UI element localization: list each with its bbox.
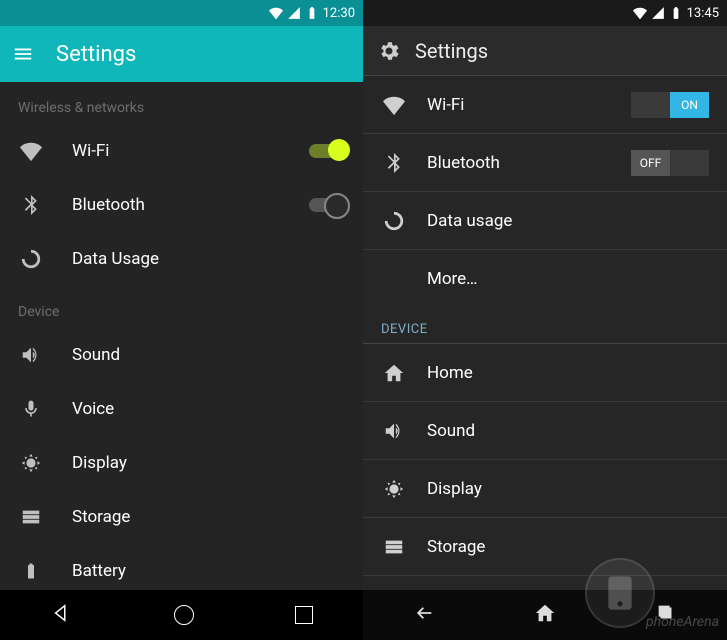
row-home[interactable]: Home [363,344,727,402]
data-usage-icon [381,210,407,232]
header-title: Settings [56,42,136,67]
storage-icon [381,536,407,558]
wifi-status-icon [633,6,647,20]
signal-status-icon [287,6,301,20]
nav-home[interactable] [534,602,556,628]
row-label: Wi-Fi [427,95,631,115]
storage-icon [18,506,44,528]
app-header: Settings [0,26,363,82]
row-data-usage[interactable]: Data usage [363,192,727,250]
row-wifi[interactable]: Wi-Fi [0,124,363,178]
row-label: Display [72,453,345,473]
row-label: Bluetooth [72,195,309,215]
row-bluetooth[interactable]: Bluetooth OFF [363,134,727,192]
row-voice[interactable]: Voice [0,382,363,436]
signal-status-icon [651,6,665,20]
row-label: Wi-Fi [72,141,309,161]
bluetooth-icon [381,153,407,173]
phone-right: 13:45 Settings Wi-Fi ON Bluetooth OFF [363,0,727,640]
nav-recent[interactable] [655,602,677,628]
bluetooth-icon [18,195,44,215]
voice-icon [18,399,44,419]
nav-bar [363,590,727,640]
row-bluetooth[interactable]: Bluetooth [0,178,363,232]
header-title: Settings [415,39,488,63]
gear-icon [377,39,401,63]
row-data-usage[interactable]: Data Usage [0,232,363,286]
row-sound[interactable]: Sound [363,402,727,460]
phone-left: 12:30 Settings Wireless & networks Wi-Fi… [0,0,363,640]
wifi-status-icon [269,6,283,20]
row-label: Storage [72,507,345,527]
nav-home[interactable] [174,605,194,625]
menu-icon[interactable] [12,43,34,65]
display-icon [381,478,407,500]
nav-bar [0,590,363,640]
status-bar: 12:30 [0,0,363,26]
display-icon [18,452,44,474]
row-label: Sound [427,421,709,441]
nav-back[interactable] [51,602,73,628]
data-usage-icon [18,248,44,270]
row-label: Display [427,479,709,499]
toggle-label: OFF [631,150,670,176]
battery-icon [18,560,44,582]
row-label: Data usage [427,211,709,231]
bluetooth-toggle[interactable]: OFF [631,150,709,176]
sound-icon [381,420,407,442]
status-time: 12:30 [323,6,355,21]
row-display[interactable]: Display [363,460,727,518]
home-icon [381,362,407,384]
row-battery[interactable]: Battery [363,576,727,590]
row-battery[interactable]: Battery [0,544,363,590]
app-header: Settings [363,26,727,76]
row-storage[interactable]: Storage [0,490,363,544]
row-storage[interactable]: Storage [363,518,727,576]
row-label: Storage [427,537,709,557]
row-label: Battery [72,561,345,581]
row-label: Data Usage [72,249,345,269]
toggle-label: ON [670,92,709,118]
battery-status-icon [305,6,319,20]
row-label: Home [427,363,709,383]
battery-status-icon [669,6,683,20]
status-bar: 13:45 [363,0,727,26]
row-label: Sound [72,345,345,365]
row-sound[interactable]: Sound [0,328,363,382]
section-device-label: DEVICE [363,308,727,344]
section-device-label: Device [0,286,363,328]
status-time: 13:45 [687,6,719,21]
section-wireless-label: Wireless & networks [0,82,363,124]
nav-back[interactable] [413,602,435,628]
row-display[interactable]: Display [0,436,363,490]
wifi-toggle[interactable] [309,144,345,158]
wifi-toggle[interactable]: ON [631,92,709,118]
row-wifi[interactable]: Wi-Fi ON [363,76,727,134]
wifi-icon [18,140,44,162]
sound-icon [18,344,44,366]
row-label: Voice [72,399,345,419]
bluetooth-toggle[interactable] [309,198,345,212]
wifi-icon [381,94,407,116]
row-label: Bluetooth [427,153,631,173]
row-more[interactable]: More… [363,250,727,308]
nav-recent[interactable] [295,606,313,624]
row-label: More… [427,269,709,289]
